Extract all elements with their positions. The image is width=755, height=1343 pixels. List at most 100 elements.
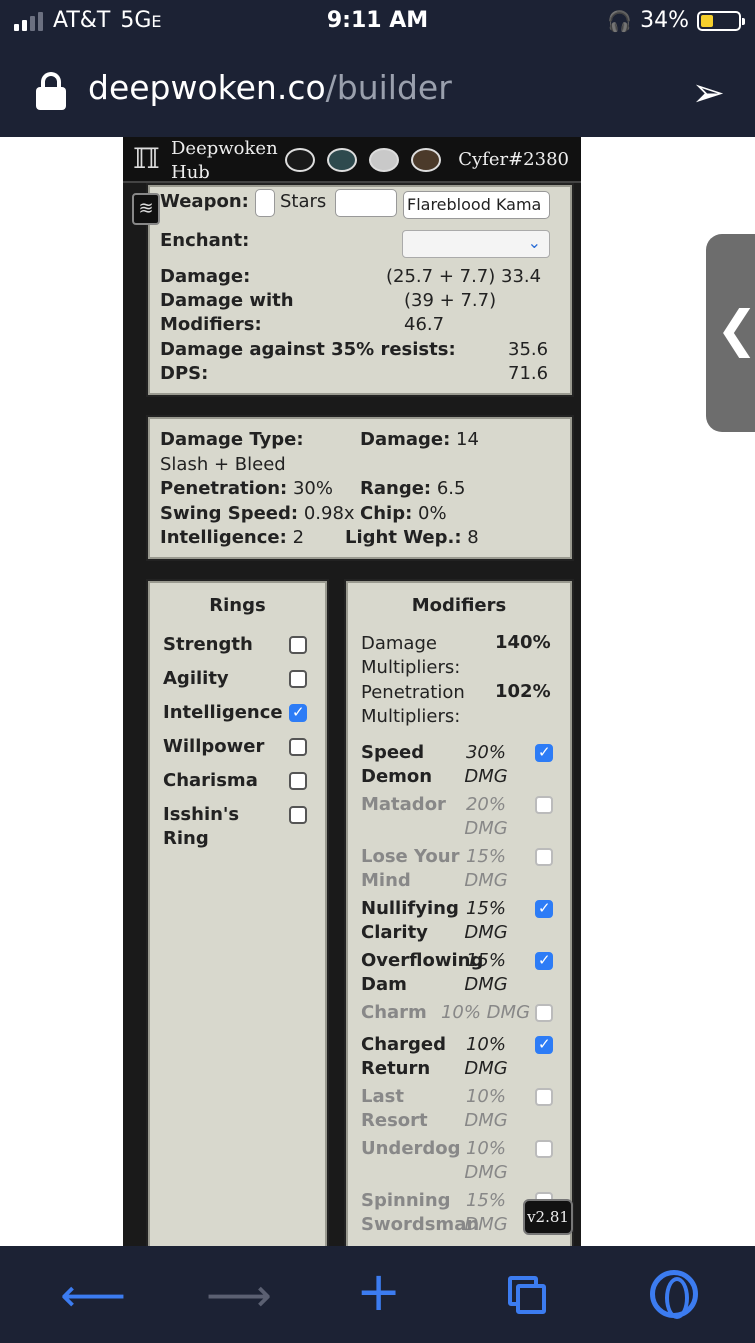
battery-percent: 34% — [640, 8, 689, 33]
status-bar: AT&T 5GE 9:11 AM 🎧 34% — [0, 0, 755, 46]
modifier-value: 10% DMG — [464, 1034, 508, 1079]
modifier-name: Lose Your Mind — [361, 846, 460, 891]
damage-type-value: Slash + Bleed — [160, 454, 286, 475]
modifier-value: 15% DMG — [464, 1190, 508, 1235]
url-field[interactable]: deepwoken.co/builder — [88, 68, 452, 107]
ring-label: Willpower — [163, 736, 265, 757]
dmg-mod-value-1: (39 + 7.7) — [404, 290, 497, 311]
stat-swing: Swing Speed: 0.98x — [160, 503, 355, 524]
chip-label: Chip: — [360, 503, 413, 524]
modifier-checkbox[interactable] — [535, 899, 553, 918]
ring-label: Intelligence — [163, 702, 283, 723]
swing-label: Swing Speed: — [160, 503, 299, 524]
modifiers-title: Modifiers — [411, 595, 507, 616]
headphones-icon: 🎧 — [607, 8, 633, 33]
share-arrow-icon[interactable]: ➢ — [691, 70, 725, 116]
damage-value: (25.7 + 7.7) 33.4 — [386, 266, 542, 287]
new-tab-icon[interactable]: + — [356, 1260, 401, 1323]
ring-label: Strength — [163, 634, 253, 655]
enchant-label: Enchant: — [160, 230, 250, 251]
theme-swatch[interactable] — [327, 148, 357, 172]
penetration-label: Penetration: — [160, 478, 288, 499]
back-arrow-icon[interactable]: ⟵ — [60, 1268, 126, 1322]
weapon-panel: Weapon: Stars Flareblood Kama Enchant: ⌄… — [146, 183, 574, 397]
opera-menu-icon[interactable] — [650, 1270, 698, 1319]
stat-light: Light Wep.: 8 — [345, 527, 479, 548]
app-header: ℿ Deepwoken Hub Cyfer#2380 — [123, 137, 581, 183]
modifier-value: 15% DMG — [464, 950, 508, 995]
ring-checkbox[interactable] — [289, 636, 307, 654]
chevron-left-icon: ❮ — [716, 300, 755, 358]
dmg-mult-value: 140% — [495, 632, 551, 653]
pen-mult-label: Penetration Multipliers: — [361, 681, 465, 729]
stat-damage-label: Damage: — [360, 429, 451, 450]
dmg-mod-value-2: 46.7 — [404, 314, 445, 335]
theme-swatch[interactable] — [369, 148, 399, 172]
modifier-name: Charm — [361, 1002, 427, 1023]
stat-damage: Damage: 14 — [360, 429, 479, 450]
light-label: Light Wep.: — [345, 527, 462, 548]
stat-range: Range: 6.5 — [360, 478, 466, 499]
modifier-name: Last Resort — [361, 1086, 428, 1131]
ring-checkbox[interactable] — [289, 772, 307, 790]
weapon-input[interactable]: Flareblood Kama — [403, 191, 550, 219]
pen-mult-label-1: Penetration — [361, 682, 465, 703]
lock-icon — [36, 72, 66, 110]
modifier-value: 15% DMG — [464, 898, 508, 943]
browser-toolbar: ⟵ ⟶ + — [0, 1246, 755, 1343]
swing-value: 0.98x — [303, 503, 355, 524]
ring-checkbox[interactable] — [289, 670, 307, 688]
modifiers-panel: Modifiers Damage Multipliers: 140% Penetr… — [344, 579, 574, 1246]
modifier-checkbox[interactable] — [535, 1004, 553, 1022]
modifier-value: 15% DMG — [464, 846, 508, 891]
forward-arrow-icon[interactable]: ⟶ — [206, 1268, 272, 1322]
menu-icon[interactable]: ≋ — [132, 193, 160, 225]
deepwoken-logo-icon[interactable]: ℿ — [133, 142, 159, 175]
deepwoken-app: ℿ Deepwoken Hub Cyfer#2380 ≋ Weapon: Sta… — [123, 137, 581, 1246]
user-tag: Cyfer#2380 — [458, 149, 569, 170]
theme-swatch[interactable] — [411, 148, 441, 172]
stat-intelligence: Intelligence: 2 — [160, 527, 304, 548]
modifier-checkbox[interactable] — [535, 743, 553, 762]
dmg-mult-label: Damage Multipliers: — [361, 632, 460, 680]
modifier-value: 10% DMG — [464, 1086, 508, 1131]
stat-penetration: Penetration: 30% — [160, 478, 333, 499]
modifier-name: Matador — [361, 794, 446, 815]
brand-title[interactable]: Deepwoken Hub — [171, 137, 278, 185]
int-label: Intelligence: — [160, 527, 287, 548]
dmg-mod-label-2: Modifiers: — [160, 314, 262, 335]
weapon-checkbox[interactable] — [255, 189, 275, 217]
tabs-icon[interactable] — [508, 1276, 546, 1314]
ring-checkbox[interactable] — [289, 703, 307, 722]
stars-input[interactable] — [335, 189, 397, 217]
dmg-mod-label-1: Damage with — [160, 290, 294, 311]
modifier-name: Charged Return — [361, 1034, 447, 1079]
modifier-checkbox[interactable] — [535, 848, 553, 866]
light-value: 8 — [467, 527, 479, 548]
ring-label: Isshin's Ring — [163, 804, 240, 849]
dps-value: 71.6 — [508, 363, 549, 384]
theme-swatch[interactable] — [285, 148, 315, 172]
side-panel-toggle[interactable]: ❮ — [706, 234, 755, 432]
modifier-checkbox[interactable] — [535, 1140, 553, 1158]
modifier-checkbox[interactable] — [535, 951, 553, 970]
int-value: 2 — [292, 527, 305, 548]
url-path: /builder — [325, 68, 452, 107]
stars-label: Stars — [280, 191, 327, 212]
modifier-value: 10% DMG — [440, 1002, 531, 1023]
stat-chip: Chip: 0% — [360, 503, 447, 524]
dmg-mult-label-2: Multipliers: — [361, 657, 461, 678]
ring-checkbox[interactable] — [289, 806, 307, 824]
modifier-checkbox[interactable] — [535, 1088, 553, 1106]
browser-url-bar: deepwoken.co/builder ➢ — [0, 46, 755, 137]
chip-value: 0% — [418, 503, 447, 524]
damage-type-label: Damage Type: — [160, 429, 304, 450]
pen-mult-label-2: Multipliers: — [361, 706, 461, 727]
ring-checkbox[interactable] — [289, 738, 307, 756]
modifier-checkbox[interactable] — [535, 1035, 553, 1054]
range-value: 6.5 — [436, 478, 466, 499]
modifier-checkbox[interactable] — [535, 796, 553, 814]
brand-line-2: Hub — [171, 162, 210, 183]
ring-label: Charisma — [163, 770, 258, 791]
enchant-select[interactable]: ⌄ — [402, 230, 550, 258]
